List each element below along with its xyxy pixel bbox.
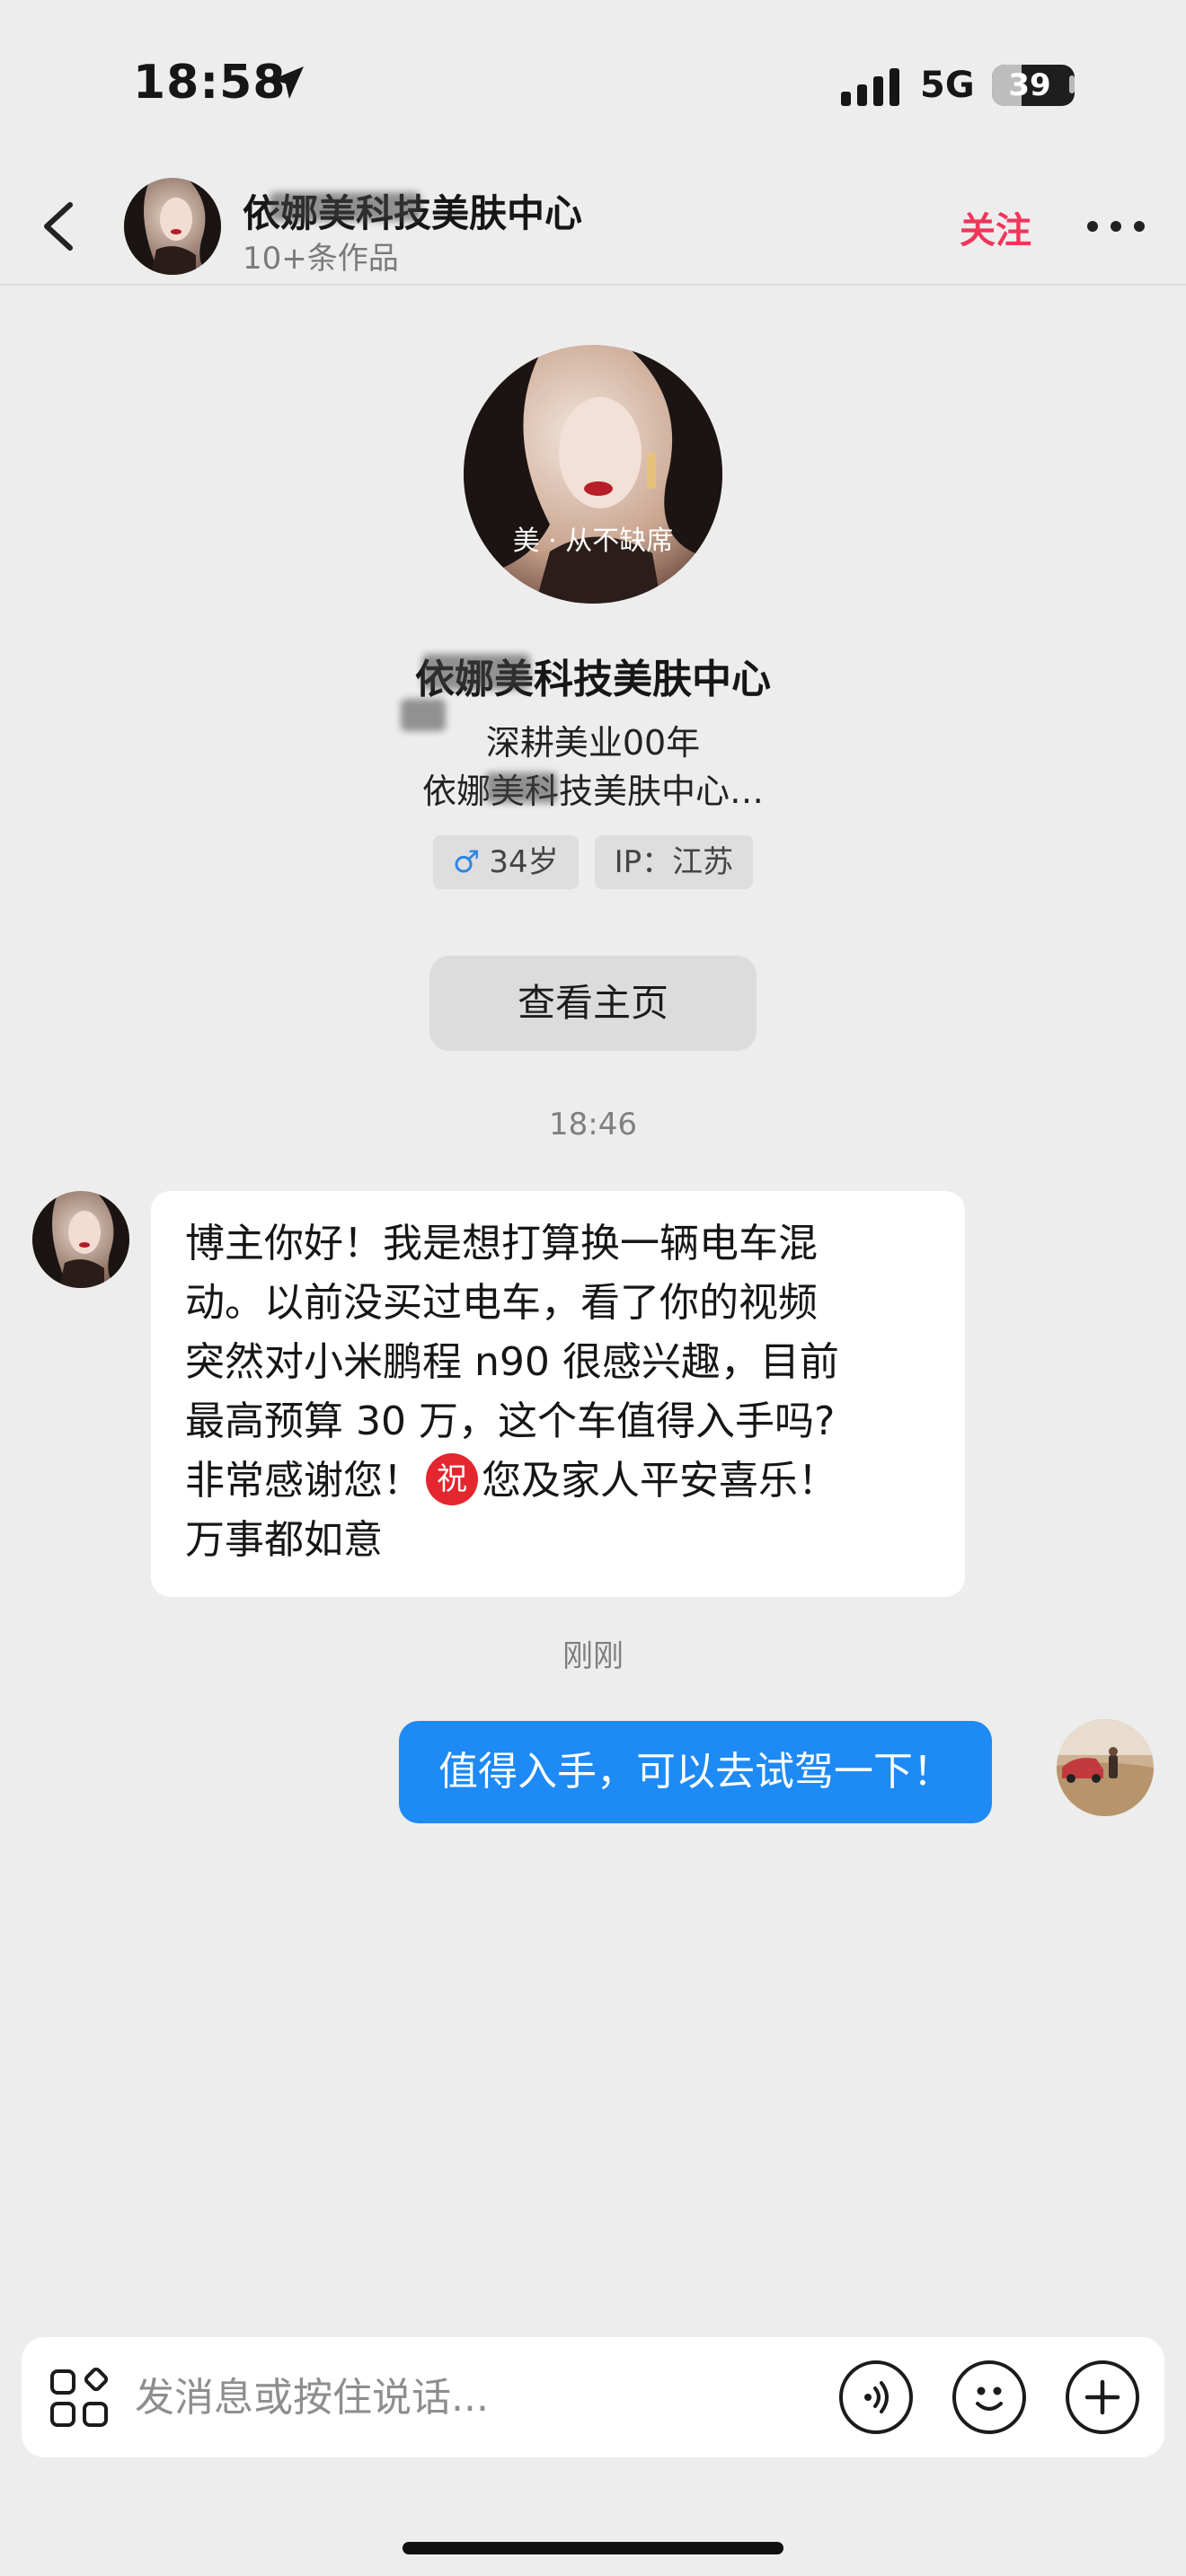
message-line: 万事都如意 (185, 1517, 383, 1563)
profile-tags: ♂ 34岁 IP：江苏 (0, 835, 1186, 889)
status-bar: 18:58 5G 39 (0, 0, 1186, 171)
male-icon: ♂ (452, 844, 481, 880)
outgoing-message[interactable]: 值得入手，可以去试驾一下！ (399, 1721, 992, 1823)
message-line: 非常感谢您！祝您及家人平安喜乐！ (185, 1451, 931, 1511)
status-time: 18:58 (133, 56, 287, 110)
bio-redaction-1 (401, 699, 446, 731)
avatar-caption: 美 · 从不缺席 (513, 525, 674, 557)
location-arrow-icon (271, 66, 304, 99)
profile-bio: 深耕美业00年 依娜美科技美肤中心… (0, 719, 1186, 816)
age-tag: ♂ 34岁 (432, 835, 579, 889)
incoming-message[interactable]: 博主你好！我是想打算换一辆电车混 动。以前没买过电车，看了你的视频 突然对小米鹏… (151, 1191, 965, 1597)
message-text: 您及家人平安喜乐！ (482, 1458, 837, 1504)
profile-name-redaction (422, 654, 530, 690)
sender-avatar[interactable] (32, 1191, 129, 1288)
message-line: 最高预算 30 万，这个车值得入手吗? (185, 1398, 836, 1444)
view-homepage-button[interactable]: 查看主页 (429, 956, 757, 1051)
ip-tag: IP：江苏 (594, 835, 754, 889)
message-input[interactable] (135, 2364, 728, 2430)
chat-header: 依娜美科技美肤中心 10+条作品 关注 (0, 171, 1186, 286)
message-input-bar (22, 2337, 1164, 2457)
timestamp: 刚刚 (562, 1638, 624, 1674)
bio-redaction-2 (485, 772, 557, 803)
header-avatar[interactable] (124, 178, 221, 275)
follow-button[interactable]: 关注 (960, 201, 1031, 253)
voice-icon[interactable] (839, 2360, 913, 2434)
message-line: 突然对小米鹏程 n90 很感兴趣，目前 (185, 1339, 839, 1385)
name-redaction (270, 192, 420, 221)
plus-icon[interactable] (1066, 2360, 1139, 2434)
header-works-count: 10+条作品 (243, 241, 399, 277)
home-indicator[interactable] (403, 2542, 783, 2554)
signal-icon (841, 68, 899, 106)
message-line: 博主你好！我是想打算换一辆电车混 (185, 1221, 818, 1266)
network-type: 5G (920, 65, 975, 106)
chat-screen: 18:58 5G 39 10+条作品 关注 美 · 从不缺席 依娜美科技美肤中心… (0, 0, 1186, 2576)
profile-avatar[interactable]: 美 · 从不缺席 (464, 345, 722, 604)
my-avatar[interactable] (1057, 1719, 1154, 1816)
bio-line-1: 深耕美业00年 (485, 723, 701, 763)
more-dots-icon[interactable] (1084, 198, 1148, 251)
battery-cap (1069, 75, 1075, 93)
emoji-icon[interactable] (952, 2360, 1026, 2434)
profile-name: 依娜美科技美肤中心 (415, 657, 771, 702)
bio-line-2: 依娜美科技美肤中心… (421, 772, 764, 811)
battery-percent: 39 (1008, 67, 1051, 103)
age-text: 34岁 (489, 844, 559, 880)
apps-grid-icon[interactable] (49, 2368, 110, 2429)
message-text: 非常感谢您！ (185, 1458, 422, 1504)
timestamp: 18:46 (549, 1107, 637, 1142)
message-line: 动。以前没买过电车，看了你的视频 (185, 1280, 818, 1326)
back-chevron-icon[interactable] (32, 194, 86, 259)
blessing-emoji-icon: 祝 (426, 1453, 478, 1505)
